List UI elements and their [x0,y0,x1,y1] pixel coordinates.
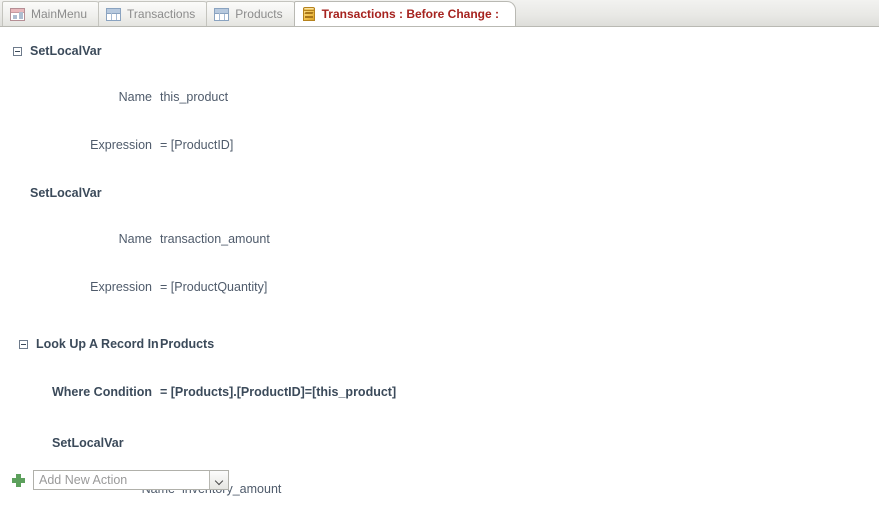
macro-row-argument[interactable]: Name this_product [0,85,879,109]
table-icon [214,7,230,21]
document-tab-bar: MainMenu Transactions Products Transacti… [0,0,879,27]
macro-row-argument[interactable]: Where Condition = [Products].[ProductID]… [0,380,879,404]
form-icon [10,7,25,21]
add-new-action-dropdown-button[interactable] [209,471,228,489]
tab-label: Transactions [127,7,196,21]
argument-value[interactable]: = [Products].[ProductID]=[this_product] [160,385,396,399]
macro-scroll-icon [302,6,316,22]
argument-label: Expression [90,280,152,294]
action-name: SetLocalVar [30,44,102,58]
argument-value[interactable]: transaction_amount [160,232,270,246]
argument-value[interactable]: = [ProductQuantity] [160,280,267,294]
argument-label: Where Condition [52,385,152,399]
argument-label: Name [118,90,152,104]
add-new-action-text[interactable]: Add New Action [34,473,209,487]
add-new-action-container: Add New Action [12,470,229,490]
argument-label: Expression [90,138,152,152]
table-icon [106,7,122,21]
add-new-action-combobox[interactable]: Add New Action [33,470,229,490]
tab-label: MainMenu [31,7,88,21]
tab-transactions[interactable]: Transactions [98,1,213,26]
macro-design-canvas: SetLocalVar Name this_product Expression… [0,27,879,512]
action-name: SetLocalVar [30,186,102,200]
argument-value[interactable]: this_product [160,90,228,104]
action-target-value[interactable]: Products [160,337,214,351]
action-name: Look Up A Record In [36,337,159,351]
macro-row-setlocalvar-1[interactable]: SetLocalVar [0,39,879,63]
tab-transactions-before-change[interactable]: Transactions : Before Change : [293,1,517,26]
macro-row-lookup-record[interactable]: Look Up A Record In Products [0,332,879,356]
macro-row-setlocalvar-3[interactable]: SetLocalVar [0,431,879,455]
collapse-toggle-icon[interactable] [13,46,22,56]
macro-row-setlocalvar-2[interactable]: SetLocalVar [0,181,879,205]
chevron-down-icon [216,478,223,482]
macro-row-argument[interactable]: Name transaction_amount [0,227,879,251]
tab-label: Products [235,7,283,21]
macro-row-argument[interactable]: Expression = [ProductID] [0,133,879,157]
plus-icon[interactable] [12,473,25,487]
tab-mainmenu[interactable]: MainMenu [2,1,105,26]
argument-value[interactable]: = [ProductID] [160,138,233,152]
action-name: SetLocalVar [52,436,124,450]
macro-row-argument[interactable]: Expression = [ProductQuantity] [0,275,879,299]
argument-label: Name [118,232,152,246]
tab-label: Transactions : Before Change : [321,7,500,21]
tab-products[interactable]: Products [206,1,300,26]
collapse-toggle-icon[interactable] [19,339,28,349]
